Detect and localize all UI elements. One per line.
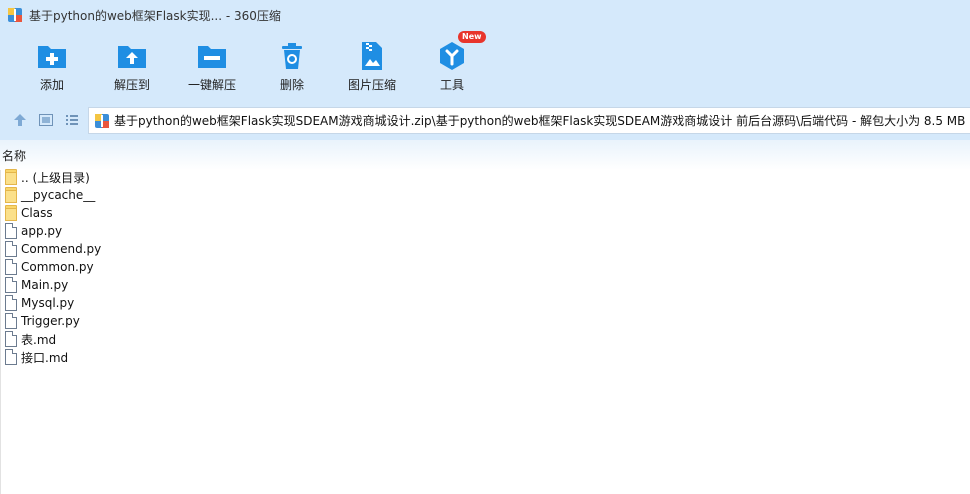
file-icon — [4, 277, 18, 293]
extract-to-button[interactable]: 解压到 — [94, 30, 170, 98]
item-name: .. (上级目录) — [21, 170, 90, 185]
list-item[interactable]: 表.md — [0, 330, 970, 348]
archive-icon — [7, 7, 23, 23]
file-icon — [4, 259, 18, 275]
item-name: Mysql.py — [21, 296, 75, 310]
tools-icon: New — [436, 31, 486, 72]
image-compress-icon — [356, 40, 388, 72]
list-item[interactable]: Main.py — [0, 276, 970, 294]
file-icon — [4, 349, 18, 365]
extract-to-button-label: 解压到 — [113, 78, 150, 92]
file-rows: .. (上级目录) __pycache__ Class app.py Comme… — [0, 168, 970, 366]
folder-icon — [4, 205, 18, 221]
one-click-extract-button[interactable]: 一键解压 — [174, 30, 250, 98]
list-item[interactable]: 接口.md — [0, 348, 970, 366]
item-name: 表.md — [21, 332, 57, 347]
trash-icon — [276, 40, 308, 72]
address-bar[interactable]: 基于python的web框架Flask实现SDEAM游戏商城设计.zip\基于p… — [88, 107, 970, 134]
item-name: app.py — [21, 224, 63, 238]
file-icon — [4, 331, 18, 347]
address-path: 基于python的web框架Flask实现SDEAM游戏商城设计.zip\基于p… — [114, 114, 966, 128]
list-header: 名称 — [0, 140, 970, 170]
file-icon — [4, 241, 18, 257]
folder-add-icon — [36, 40, 68, 72]
file-icon — [4, 223, 18, 239]
file-list: 名称 .. (上级目录) __pycache__ Class app.py Co… — [0, 140, 970, 494]
folder-icon — [4, 187, 18, 203]
item-name: Commend.py — [21, 242, 102, 256]
delete-button-label: 删除 — [279, 78, 304, 92]
app-window: 基于python的web框架Flask实现... - 360压缩 添加 解压到 — [0, 0, 970, 494]
new-badge: New — [458, 31, 486, 43]
list-item[interactable]: Trigger.py — [0, 312, 970, 330]
delete-button[interactable]: 删除 — [254, 30, 330, 98]
list-item[interactable]: Commend.py — [0, 240, 970, 258]
thumbnail-view-icon[interactable] — [38, 112, 54, 128]
title-bar: 基于python的web框架Flask实现... - 360压缩 — [0, 0, 970, 30]
item-name: Class — [21, 206, 53, 220]
tools-button[interactable]: New 工具 — [414, 30, 490, 98]
image-compress-button[interactable]: 图片压缩 — [334, 30, 410, 98]
item-name: 接口.md — [21, 350, 69, 365]
item-name: Common.py — [21, 260, 94, 274]
add-button-label: 添加 — [39, 78, 64, 92]
window-title: 基于python的web框架Flask实现... - 360压缩 — [29, 8, 281, 23]
address-row: 基于python的web框架Flask实现SDEAM游戏商城设计.zip\基于p… — [0, 100, 970, 140]
file-icon — [4, 313, 18, 329]
archive-icon — [94, 113, 110, 129]
item-name: __pycache__ — [21, 188, 96, 202]
list-item[interactable]: Class — [0, 204, 970, 222]
list-item[interactable]: .. (上级目录) — [0, 168, 970, 186]
add-button[interactable]: 添加 — [14, 30, 90, 98]
list-view-icon[interactable] — [64, 112, 80, 128]
toolbar: 添加 解压到 一键解压 删除 图片压缩 New 工具 — [0, 30, 970, 100]
list-item[interactable]: __pycache__ — [0, 186, 970, 204]
list-item[interactable]: Common.py — [0, 258, 970, 276]
list-item[interactable]: Mysql.py — [0, 294, 970, 312]
folder-icon — [4, 169, 18, 185]
folder-extract-icon — [116, 40, 148, 72]
file-icon — [4, 295, 18, 311]
image-compress-label: 图片压缩 — [347, 78, 396, 92]
up-arrow-icon[interactable] — [12, 112, 28, 128]
one-click-extract-label: 一键解压 — [187, 78, 236, 92]
column-header-name[interactable]: 名称 — [2, 147, 26, 164]
item-name: Main.py — [21, 278, 69, 292]
list-item[interactable]: app.py — [0, 222, 970, 240]
folder-minus-icon — [196, 40, 228, 72]
tools-button-label: 工具 — [439, 78, 464, 92]
item-name: Trigger.py — [21, 314, 80, 328]
